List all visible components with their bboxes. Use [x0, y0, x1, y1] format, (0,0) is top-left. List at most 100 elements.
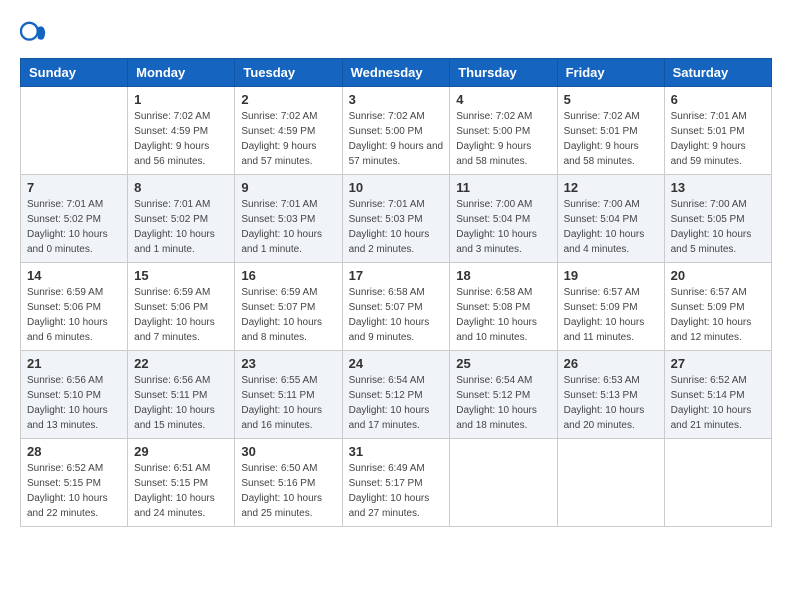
calendar-day-cell: 10 Sunrise: 7:01 AMSunset: 5:03 PMDayligh… — [342, 175, 450, 263]
calendar-day-cell: 31 Sunrise: 6:49 AMSunset: 5:17 PMDayligh… — [342, 439, 450, 527]
day-number: 14 — [27, 268, 121, 283]
day-number: 22 — [134, 356, 228, 371]
calendar-day-cell: 21 Sunrise: 6:56 AMSunset: 5:10 PMDayligh… — [21, 351, 128, 439]
day-number: 24 — [349, 356, 444, 371]
calendar-day-cell: 2Sunrise: 7:02 AMSunset: 4:59 PMDaylight… — [235, 87, 342, 175]
day-number: 28 — [27, 444, 121, 459]
day-info: Sunrise: 6:59 AMSunset: 5:06 PMDaylight:… — [27, 285, 121, 345]
day-info: Sunrise: 7:00 AMSunset: 5:05 PMDaylight:… — [671, 197, 765, 257]
day-of-week-header: Monday — [128, 59, 235, 87]
calendar-day-cell: 27 Sunrise: 6:52 AMSunset: 5:14 PMDayligh… — [664, 351, 771, 439]
calendar-day-cell: 15 Sunrise: 6:59 AMSunset: 5:06 PMDayligh… — [128, 263, 235, 351]
calendar: SundayMondayTuesdayWednesdayThursdayFrid… — [20, 58, 772, 527]
day-number: 25 — [456, 356, 550, 371]
calendar-day-cell: 6 Sunrise: 7:01 AMSunset: 5:01 PMDaylight… — [664, 87, 771, 175]
calendar-day-cell — [664, 439, 771, 527]
calendar-day-cell: 9 Sunrise: 7:01 AMSunset: 5:03 PMDaylight… — [235, 175, 342, 263]
day-info: Sunrise: 7:01 AMSunset: 5:03 PMDaylight:… — [241, 197, 335, 257]
day-number: 15 — [134, 268, 228, 283]
calendar-day-cell: 13 Sunrise: 7:00 AMSunset: 5:05 PMDayligh… — [664, 175, 771, 263]
day-info: Sunrise: 6:57 AMSunset: 5:09 PMDaylight:… — [564, 285, 658, 345]
day-info: Sunrise: 6:58 AMSunset: 5:07 PMDaylight:… — [349, 285, 444, 345]
day-number: 8 — [134, 180, 228, 195]
calendar-header-row: SundayMondayTuesdayWednesdayThursdayFrid… — [21, 59, 772, 87]
day-number: 29 — [134, 444, 228, 459]
day-info: Sunrise: 7:01 AMSunset: 5:02 PMDaylight:… — [134, 197, 228, 257]
day-number: 13 — [671, 180, 765, 195]
day-info: Sunrise: 6:50 AMSunset: 5:16 PMDaylight:… — [241, 461, 335, 521]
day-info: Sunrise: 7:01 AMSunset: 5:01 PMDaylight:… — [671, 109, 765, 169]
calendar-week-row: 14 Sunrise: 6:59 AMSunset: 5:06 PMDayligh… — [21, 263, 772, 351]
day-of-week-header: Tuesday — [235, 59, 342, 87]
day-number: 31 — [349, 444, 444, 459]
calendar-day-cell: 19 Sunrise: 6:57 AMSunset: 5:09 PMDayligh… — [557, 263, 664, 351]
day-info: Sunrise: 7:02 AMSunset: 5:01 PMDaylight:… — [564, 109, 658, 169]
logo — [20, 20, 52, 48]
day-info: Sunrise: 6:59 AMSunset: 5:07 PMDaylight:… — [241, 285, 335, 345]
day-info: Sunrise: 6:56 AMSunset: 5:10 PMDaylight:… — [27, 373, 121, 433]
calendar-day-cell — [450, 439, 557, 527]
day-info: Sunrise: 6:56 AMSunset: 5:11 PMDaylight:… — [134, 373, 228, 433]
day-info: Sunrise: 6:54 AMSunset: 5:12 PMDaylight:… — [349, 373, 444, 433]
day-info: Sunrise: 7:02 AMSunset: 5:00 PMDaylight:… — [456, 109, 550, 169]
calendar-day-cell: 28 Sunrise: 6:52 AMSunset: 5:15 PMDayligh… — [21, 439, 128, 527]
day-number: 21 — [27, 356, 121, 371]
calendar-day-cell: 3 Sunrise: 7:02 AMSunset: 5:00 PMDaylight… — [342, 87, 450, 175]
day-number: 3 — [349, 92, 444, 107]
calendar-day-cell: 26 Sunrise: 6:53 AMSunset: 5:13 PMDayligh… — [557, 351, 664, 439]
calendar-day-cell: 24 Sunrise: 6:54 AMSunset: 5:12 PMDayligh… — [342, 351, 450, 439]
day-info: Sunrise: 6:57 AMSunset: 5:09 PMDaylight:… — [671, 285, 765, 345]
day-number: 27 — [671, 356, 765, 371]
day-info: Sunrise: 6:52 AMSunset: 5:15 PMDaylight:… — [27, 461, 121, 521]
day-number: 26 — [564, 356, 658, 371]
day-info: Sunrise: 6:53 AMSunset: 5:13 PMDaylight:… — [564, 373, 658, 433]
calendar-day-cell: 8 Sunrise: 7:01 AMSunset: 5:02 PMDaylight… — [128, 175, 235, 263]
day-number: 4 — [456, 92, 550, 107]
calendar-day-cell: 17 Sunrise: 6:58 AMSunset: 5:07 PMDayligh… — [342, 263, 450, 351]
day-number: 10 — [349, 180, 444, 195]
header — [20, 20, 772, 48]
day-number: 2 — [241, 92, 335, 107]
day-info: Sunrise: 7:00 AMSunset: 5:04 PMDaylight:… — [564, 197, 658, 257]
calendar-day-cell: 29Sunrise: 6:51 AMSunset: 5:15 PMDayligh… — [128, 439, 235, 527]
day-number: 19 — [564, 268, 658, 283]
day-number: 12 — [564, 180, 658, 195]
calendar-day-cell: 20 Sunrise: 6:57 AMSunset: 5:09 PMDayligh… — [664, 263, 771, 351]
calendar-day-cell: 25 Sunrise: 6:54 AMSunset: 5:12 PMDayligh… — [450, 351, 557, 439]
calendar-day-cell: 5Sunrise: 7:02 AMSunset: 5:01 PMDaylight… — [557, 87, 664, 175]
day-info: Sunrise: 7:01 AMSunset: 5:03 PMDaylight:… — [349, 197, 444, 257]
day-info: Sunrise: 6:49 AMSunset: 5:17 PMDaylight:… — [349, 461, 444, 521]
day-number: 9 — [241, 180, 335, 195]
day-info: Sunrise: 7:02 AMSunset: 4:59 PMDaylight:… — [134, 109, 228, 169]
day-info: Sunrise: 7:01 AMSunset: 5:02 PMDaylight:… — [27, 197, 121, 257]
day-number: 6 — [671, 92, 765, 107]
day-number: 23 — [241, 356, 335, 371]
day-info: Sunrise: 6:58 AMSunset: 5:08 PMDaylight:… — [456, 285, 550, 345]
day-of-week-header: Friday — [557, 59, 664, 87]
day-of-week-header: Sunday — [21, 59, 128, 87]
calendar-day-cell: 16 Sunrise: 6:59 AMSunset: 5:07 PMDayligh… — [235, 263, 342, 351]
day-info: Sunrise: 6:55 AMSunset: 5:11 PMDaylight:… — [241, 373, 335, 433]
calendar-week-row: 21 Sunrise: 6:56 AMSunset: 5:10 PMDayligh… — [21, 351, 772, 439]
day-number: 16 — [241, 268, 335, 283]
calendar-day-cell — [557, 439, 664, 527]
calendar-day-cell: 30Sunrise: 6:50 AMSunset: 5:16 PMDayligh… — [235, 439, 342, 527]
day-of-week-header: Wednesday — [342, 59, 450, 87]
calendar-day-cell: 18 Sunrise: 6:58 AMSunset: 5:08 PMDayligh… — [450, 263, 557, 351]
day-number: 18 — [456, 268, 550, 283]
day-of-week-header: Thursday — [450, 59, 557, 87]
day-info: Sunrise: 6:54 AMSunset: 5:12 PMDaylight:… — [456, 373, 550, 433]
calendar-day-cell: 11 Sunrise: 7:00 AMSunset: 5:04 PMDayligh… — [450, 175, 557, 263]
calendar-week-row: 7 Sunrise: 7:01 AMSunset: 5:02 PMDaylight… — [21, 175, 772, 263]
calendar-week-row: 1Sunrise: 7:02 AMSunset: 4:59 PMDaylight… — [21, 87, 772, 175]
calendar-day-cell: 14 Sunrise: 6:59 AMSunset: 5:06 PMDayligh… — [21, 263, 128, 351]
day-info: Sunrise: 6:59 AMSunset: 5:06 PMDaylight:… — [134, 285, 228, 345]
day-number: 7 — [27, 180, 121, 195]
day-info: Sunrise: 7:02 AMSunset: 5:00 PMDaylight:… — [349, 109, 444, 169]
day-number: 17 — [349, 268, 444, 283]
day-info: Sunrise: 6:52 AMSunset: 5:14 PMDaylight:… — [671, 373, 765, 433]
day-info: Sunrise: 7:00 AMSunset: 5:04 PMDaylight:… — [456, 197, 550, 257]
day-number: 11 — [456, 180, 550, 195]
day-number: 20 — [671, 268, 765, 283]
calendar-day-cell: 22 Sunrise: 6:56 AMSunset: 5:11 PMDayligh… — [128, 351, 235, 439]
